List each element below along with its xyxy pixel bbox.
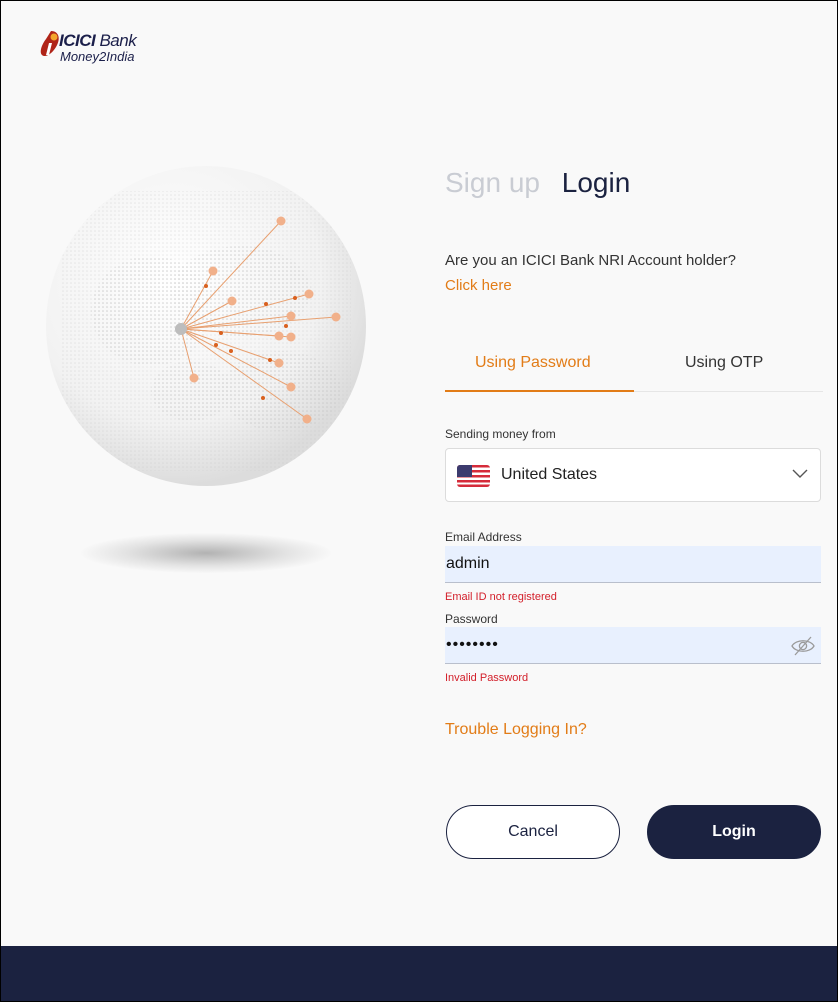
- login-button[interactable]: Login: [647, 805, 821, 859]
- login-method-tabs: Using Password Using OTP: [445, 346, 823, 392]
- us-flag-icon: [457, 465, 490, 487]
- password-field[interactable]: [445, 627, 821, 664]
- logo-wordmark: ICICI Bank: [59, 31, 137, 51]
- nri-click-here-link[interactable]: Click here: [445, 277, 512, 294]
- cancel-button[interactable]: Cancel: [446, 805, 620, 859]
- active-tab-indicator: [445, 390, 634, 392]
- footer-bar: [1, 946, 837, 1001]
- page-frame: ICICI Bank Money2India Sign up Login Are…: [0, 0, 838, 1002]
- country-label: Sending money from: [445, 427, 556, 441]
- country-select-value: United States: [501, 466, 598, 483]
- logo-name: ICICI: [59, 31, 96, 50]
- globe-illustration: [46, 166, 366, 486]
- email-error-message: Email ID not registered: [445, 591, 557, 603]
- tab-using-otp[interactable]: Using OTP: [685, 354, 763, 372]
- tab-sign-up[interactable]: Sign up: [445, 167, 540, 198]
- auth-tabs: Sign up Login: [445, 167, 630, 199]
- globe-shadow: [81, 533, 331, 573]
- country-select[interactable]: United States: [445, 448, 821, 502]
- tab-using-password[interactable]: Using Password: [475, 354, 591, 372]
- trouble-logging-in-link[interactable]: Trouble Logging In?: [445, 721, 587, 739]
- password-error-message: Invalid Password: [445, 672, 529, 684]
- email-field[interactable]: [445, 546, 821, 583]
- nri-question: Are you an ICICI Bank NRI Account holder…: [445, 252, 736, 269]
- tab-login[interactable]: Login: [562, 167, 631, 198]
- chevron-down-icon: [792, 469, 808, 478]
- password-label: Password: [445, 612, 498, 626]
- email-label: Email Address: [445, 530, 522, 544]
- logo-name-suffix: Bank: [99, 31, 137, 50]
- eye-slash-icon[interactable]: [790, 635, 816, 657]
- logo-product-name: Money2India: [60, 49, 135, 64]
